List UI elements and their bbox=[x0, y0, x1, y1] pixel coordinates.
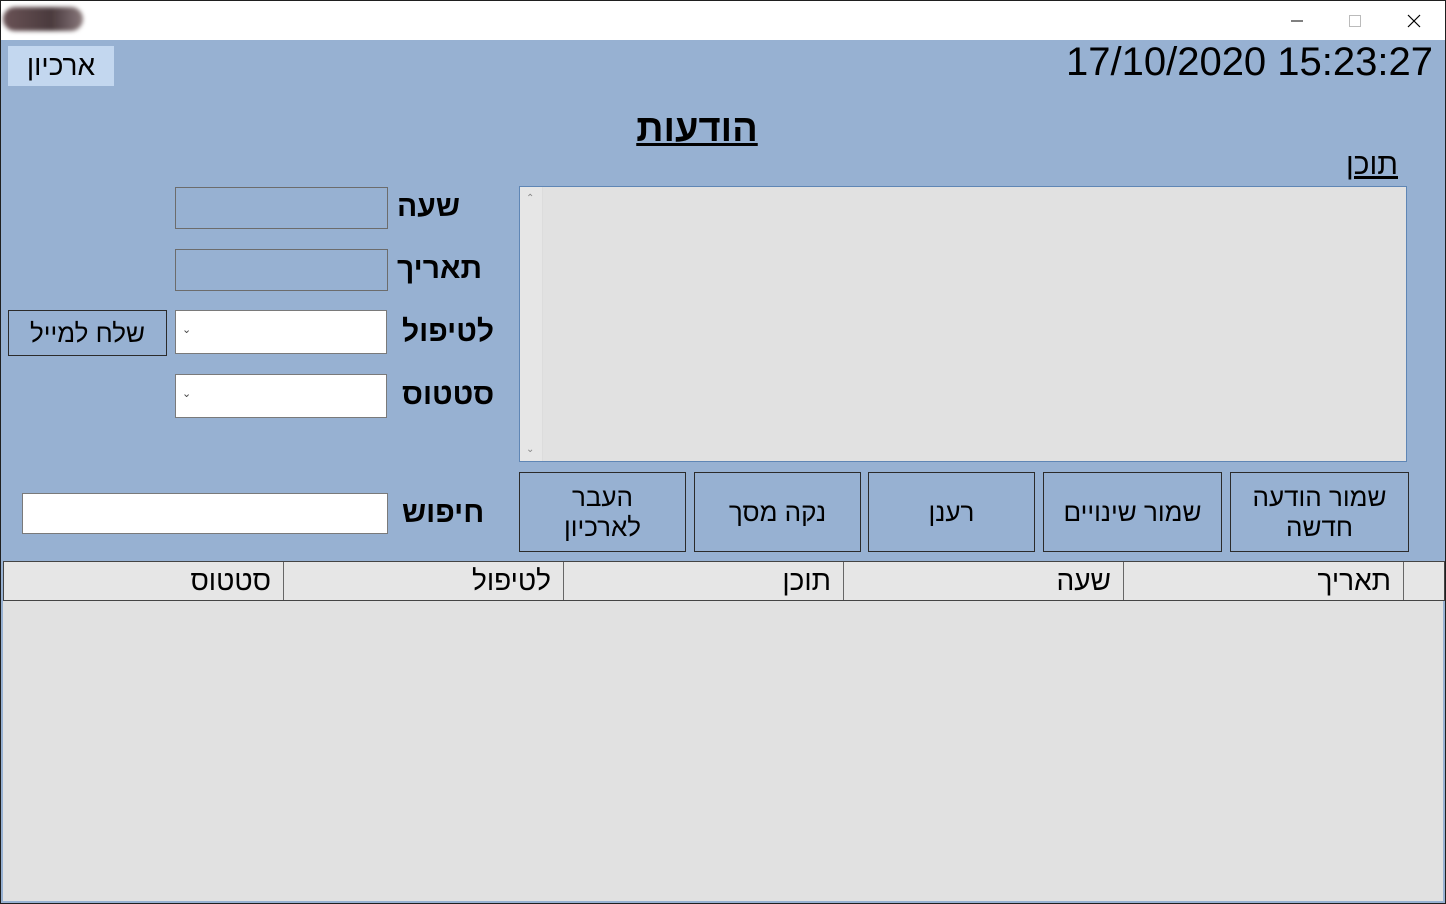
save-changes-button[interactable]: שמור שינויים bbox=[1043, 472, 1222, 552]
time-field[interactable] bbox=[175, 187, 388, 229]
minimize-icon bbox=[1291, 20, 1303, 21]
content-label: תוכן bbox=[1345, 148, 1398, 181]
app-icon bbox=[3, 7, 83, 31]
archive-button[interactable]: ארכיון bbox=[8, 46, 114, 86]
search-input[interactable] bbox=[22, 493, 388, 534]
row-header-corner bbox=[1404, 562, 1444, 600]
main-panel: ארכיון 17/10/2020 15:23:27 הודעות תוכן ⌃… bbox=[1, 40, 1445, 903]
date-label: תאריך bbox=[397, 252, 483, 285]
close-icon bbox=[1407, 14, 1421, 27]
datetime-display: 17/10/2020 15:23:27 bbox=[1065, 40, 1433, 84]
handling-label: לטיפול bbox=[402, 315, 495, 348]
status-label: סטטוס bbox=[402, 378, 495, 411]
time-label: שעה bbox=[397, 190, 460, 223]
move-to-archive-button[interactable]: העבר לארכיון bbox=[519, 472, 686, 552]
content-scrollbar[interactable]: ⌃ ⌄ bbox=[520, 187, 543, 461]
status-select[interactable]: ⌄ bbox=[175, 374, 387, 418]
search-label: חיפוש bbox=[402, 496, 485, 529]
grid-header: סטטוס לטיפול תוכן שעה תאריך bbox=[3, 561, 1445, 601]
close-button[interactable] bbox=[1385, 1, 1443, 40]
messages-grid[interactable] bbox=[3, 601, 1443, 901]
date-field[interactable] bbox=[175, 249, 388, 291]
send-mail-button[interactable]: שלח למייל bbox=[8, 310, 167, 356]
column-header-handling[interactable]: לטיפול bbox=[284, 562, 564, 600]
chevron-down-icon: ⌄ bbox=[182, 388, 192, 400]
column-header-date[interactable]: תאריך bbox=[1124, 562, 1404, 600]
minimize-button[interactable] bbox=[1268, 1, 1326, 40]
content-textarea[interactable]: ⌃ ⌄ bbox=[519, 186, 1407, 462]
maximize-icon bbox=[1349, 14, 1361, 27]
column-header-time[interactable]: שעה bbox=[844, 562, 1124, 600]
clear-screen-button[interactable]: נקה מסך bbox=[694, 472, 861, 552]
save-new-message-button[interactable]: שמור הודעה חדשה bbox=[1230, 472, 1409, 552]
refresh-button[interactable]: רענן bbox=[868, 472, 1035, 552]
page-title: הודעות bbox=[636, 108, 758, 150]
title-bar bbox=[1, 1, 1445, 40]
column-header-status[interactable]: סטטוס bbox=[4, 562, 284, 600]
chevron-down-icon: ⌄ bbox=[182, 324, 192, 336]
handling-select[interactable]: ⌄ bbox=[175, 310, 387, 354]
scroll-up-icon[interactable]: ⌃ bbox=[526, 193, 534, 204]
app-window: ארכיון 17/10/2020 15:23:27 הודעות תוכן ⌃… bbox=[0, 0, 1446, 904]
maximize-button[interactable] bbox=[1326, 1, 1384, 40]
scroll-down-icon[interactable]: ⌄ bbox=[526, 444, 534, 455]
column-header-content[interactable]: תוכן bbox=[564, 562, 844, 600]
